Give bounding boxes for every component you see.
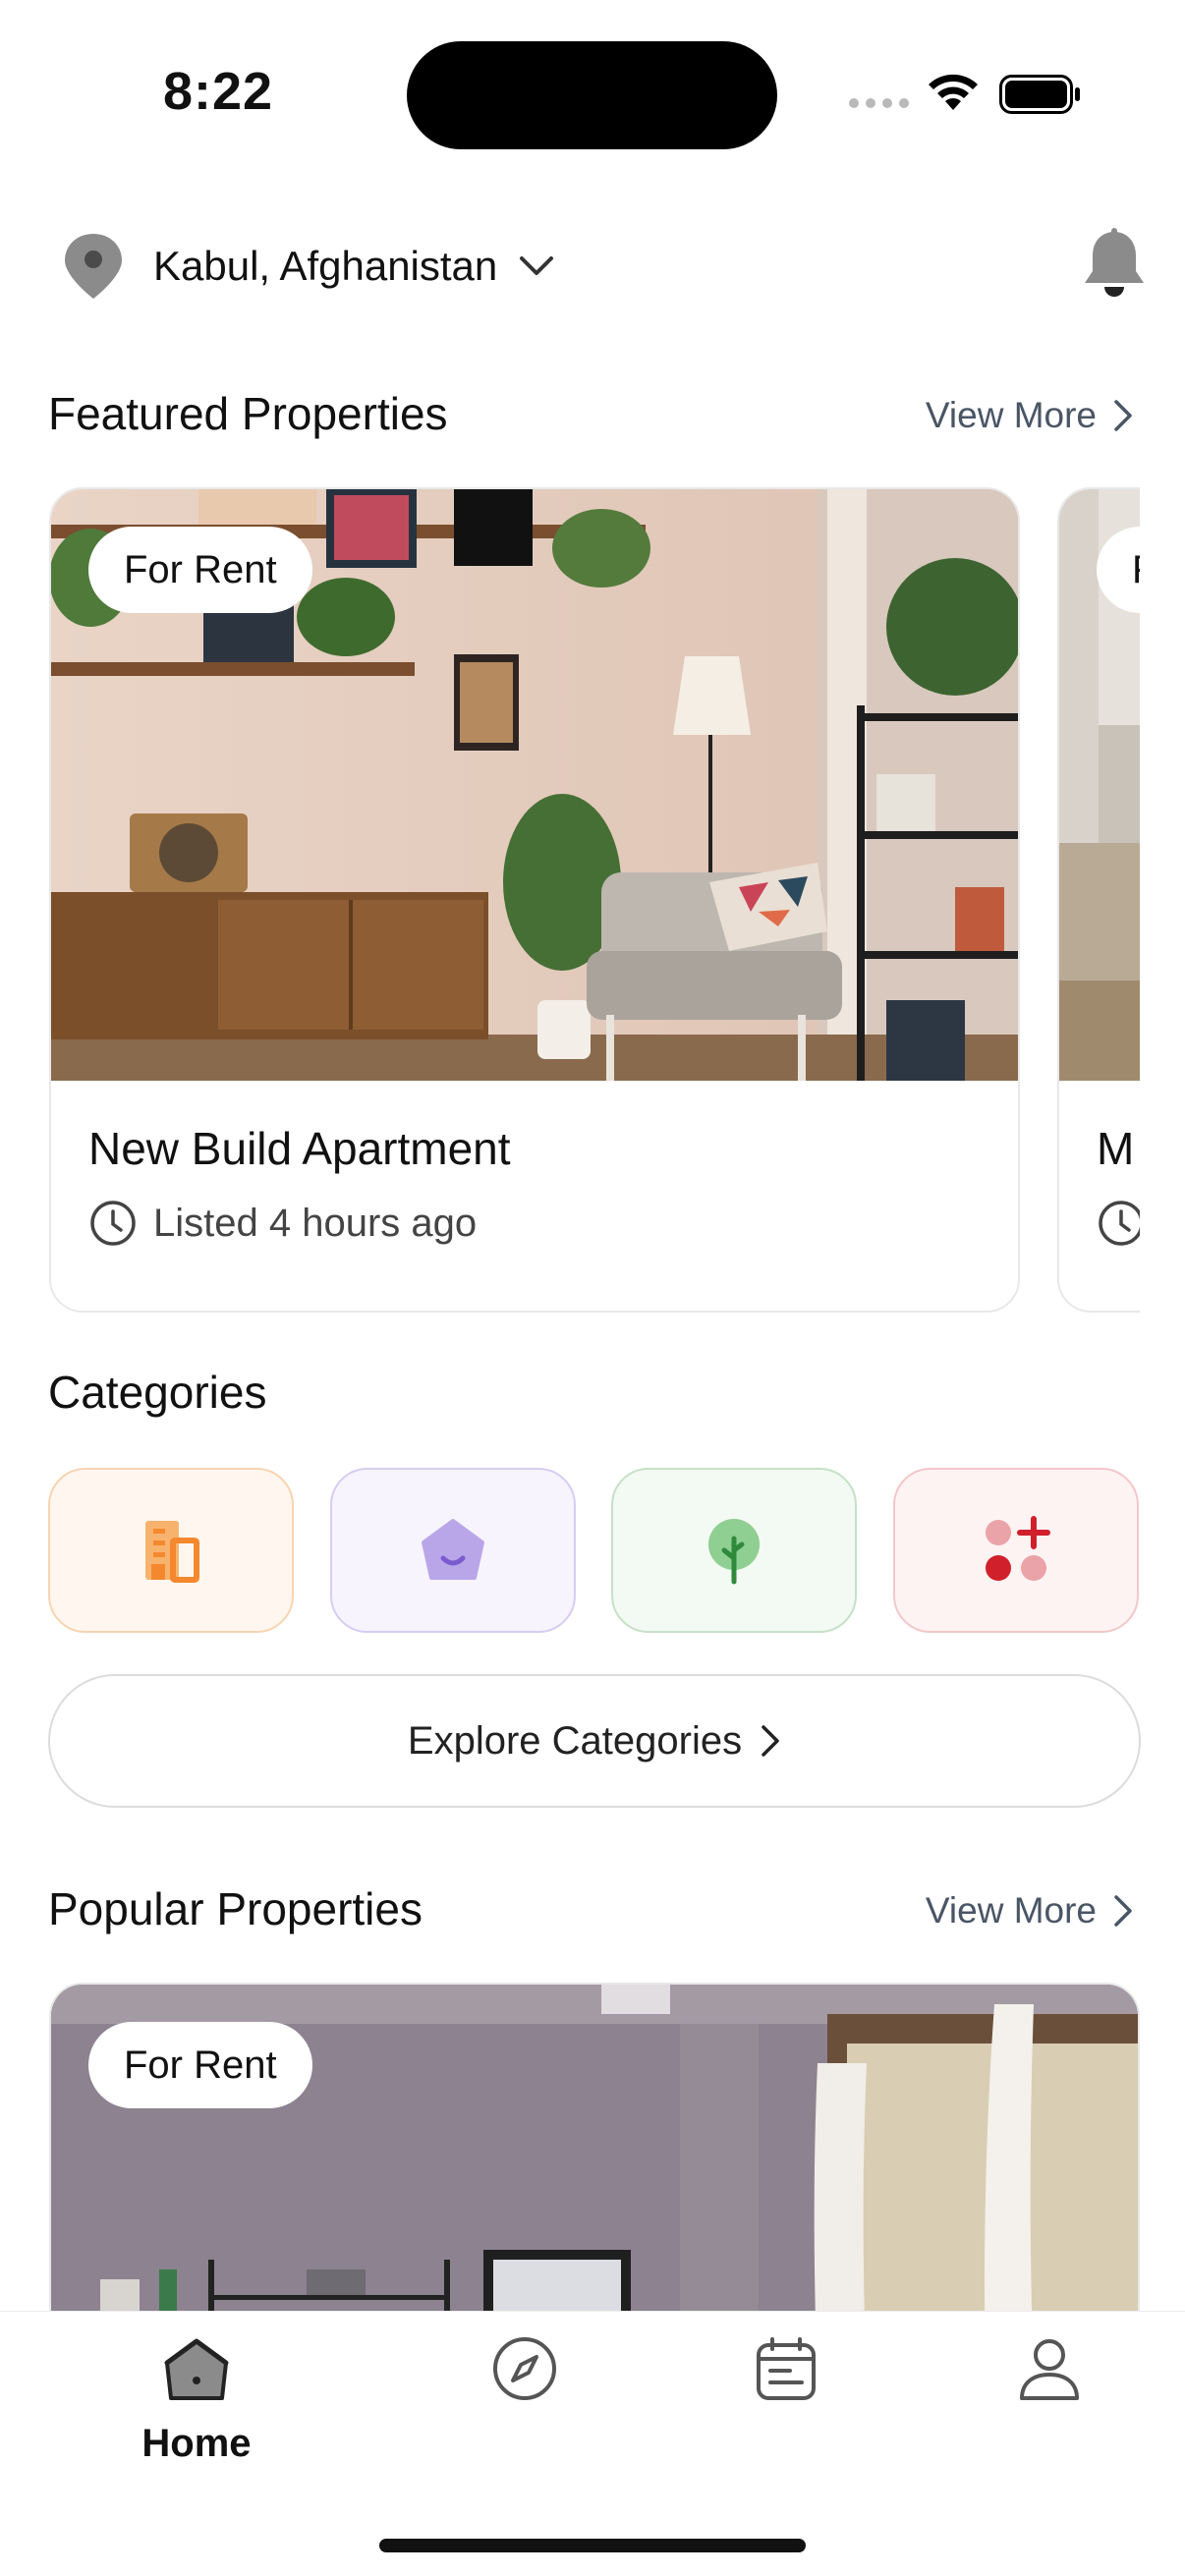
location-selector[interactable]: Kabul, Afghanistan (63, 232, 554, 301)
featured-carousel[interactable]: For Rent New Build Apartment Listed 4 ho… (0, 487, 1185, 1313)
category-building[interactable] (48, 1468, 294, 1633)
listed-time (1097, 1199, 1140, 1248)
location-label: Kabul, Afghanistan (153, 243, 498, 289)
compass-icon (493, 2337, 556, 2400)
property-title: M (1097, 1123, 1135, 1174)
tab-explore[interactable] (426, 2333, 623, 2404)
featured-view-more-link[interactable]: View More (926, 395, 1134, 436)
view-more-label: View More (925, 395, 1097, 435)
view-more-label: View More (925, 1890, 1097, 1931)
featured-section-title: Featured Properties (48, 388, 448, 439)
status-time: 8:22 (163, 62, 274, 121)
tab-bookings[interactable] (688, 2333, 884, 2404)
categories-section-title: Categories (48, 1367, 267, 1418)
notification-bell-icon[interactable] (1081, 228, 1148, 301)
profile-icon (1020, 2339, 1079, 2400)
tab-profile[interactable] (951, 2333, 1148, 2404)
chevron-right-icon (1114, 400, 1132, 431)
popular-section-title: Popular Properties (48, 1883, 423, 1934)
for-rent-badge: For Rent (88, 2022, 312, 2108)
dynamic-island (407, 41, 777, 149)
chevron-down-icon (520, 256, 554, 275)
category-home[interactable] (330, 1468, 576, 1633)
home-icon (422, 1519, 484, 1580)
explore-categories-label: Explore Categories (407, 1718, 743, 1763)
tree-icon (708, 1519, 760, 1585)
chevron-right-icon (762, 1725, 779, 1757)
wifi-icon (929, 74, 978, 110)
home-tab-icon (164, 2338, 229, 2400)
carousel-clip: F M (0, 487, 1140, 1313)
tab-label: Home (141, 2422, 252, 2465)
battery-icon (999, 75, 1080, 114)
cellular-signal-icon (849, 98, 909, 108)
explore-categories-button[interactable]: Explore Categories (48, 1674, 1141, 1808)
building-icon (145, 1521, 199, 1583)
tab-home[interactable]: Home (98, 2333, 295, 2466)
status-bar: 8:22 (0, 0, 1185, 187)
calendar-icon (757, 2337, 816, 2400)
more-icon (986, 1516, 1050, 1581)
location-pin-icon (65, 234, 122, 299)
category-list (48, 1468, 1141, 1633)
category-land[interactable] (611, 1468, 857, 1633)
chevron-right-icon (1114, 1895, 1132, 1927)
home-indicator (379, 2539, 806, 2552)
bottom-tab-bar: Home (0, 2311, 1185, 2576)
category-more[interactable] (893, 1468, 1139, 1633)
property-card[interactable]: F M (1057, 487, 1140, 1313)
popular-view-more-link[interactable]: View More (926, 1890, 1134, 1932)
clock-icon (1099, 1201, 1140, 1246)
